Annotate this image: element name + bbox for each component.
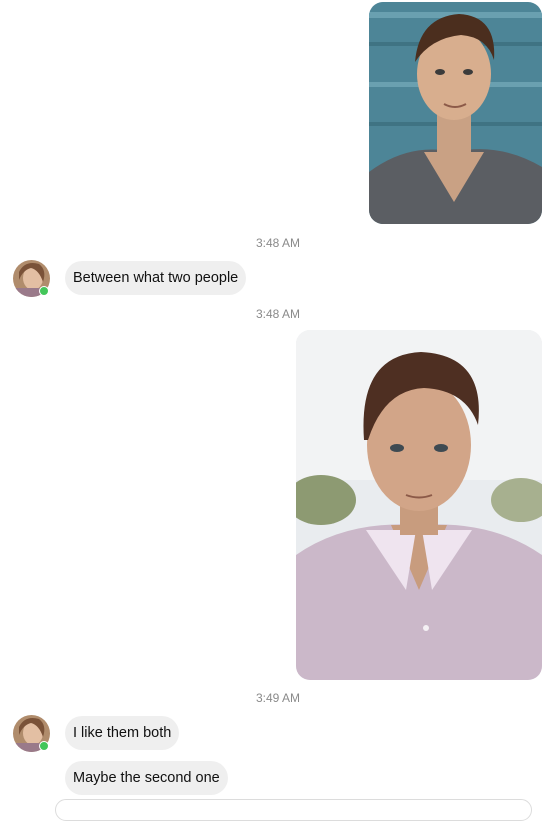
- sent-photo-message[interactable]: [296, 330, 542, 680]
- received-message-bubble[interactable]: I like them both: [65, 716, 180, 750]
- contact-avatar[interactable]: [13, 715, 50, 752]
- photo-icon: [369, 2, 542, 224]
- message-composer[interactable]: [55, 799, 532, 821]
- message-timestamp: 3:48 AM: [255, 307, 301, 321]
- message-timestamp: 3:48 AM: [255, 236, 301, 250]
- photo-icon: [296, 330, 542, 680]
- contact-avatar[interactable]: [13, 260, 50, 297]
- message-timestamp: 3:49 AM: [255, 691, 301, 705]
- sent-photo-message[interactable]: [369, 2, 542, 224]
- received-message-bubble[interactable]: Between what two people: [65, 261, 247, 295]
- received-message-bubble[interactable]: Maybe the second one: [65, 761, 228, 795]
- online-status-dot: [39, 286, 49, 296]
- online-status-dot: [39, 741, 49, 751]
